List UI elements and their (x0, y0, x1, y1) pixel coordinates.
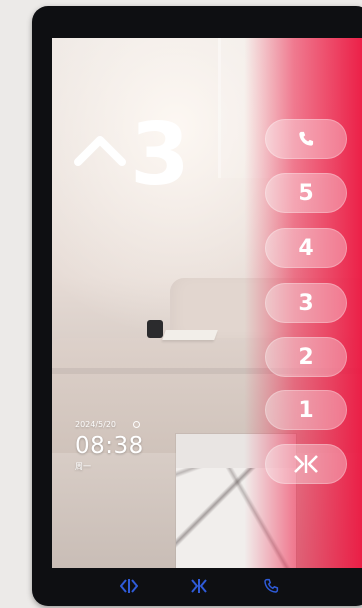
floor-2-button[interactable]: 2 (265, 337, 347, 377)
clock-weekday: 周一 (75, 462, 91, 471)
up-arrow-icon (72, 132, 132, 166)
door-close-button[interactable] (265, 444, 347, 484)
clock-time: 08:38 (75, 433, 144, 459)
clock-widget: 2024/5/20 08:38 周一 (75, 420, 144, 472)
floor-4-button[interactable]: 4 (265, 228, 347, 268)
call-button[interactable] (265, 119, 347, 159)
floor-1-button[interactable]: 1 (265, 390, 347, 430)
door-close-icon[interactable] (188, 575, 210, 597)
floor-3-button[interactable]: 3 (265, 283, 347, 323)
phone-icon (296, 129, 316, 149)
bottom-nav (0, 575, 362, 601)
floor-5-button[interactable]: 5 (265, 173, 347, 213)
status-dot-icon (132, 421, 140, 428)
phone-icon[interactable] (260, 575, 282, 597)
door-close-icon (291, 454, 321, 474)
current-floor: 3 (130, 105, 190, 205)
clock-date: 2024/5/20 (75, 420, 117, 429)
door-open-icon[interactable] (118, 575, 140, 597)
